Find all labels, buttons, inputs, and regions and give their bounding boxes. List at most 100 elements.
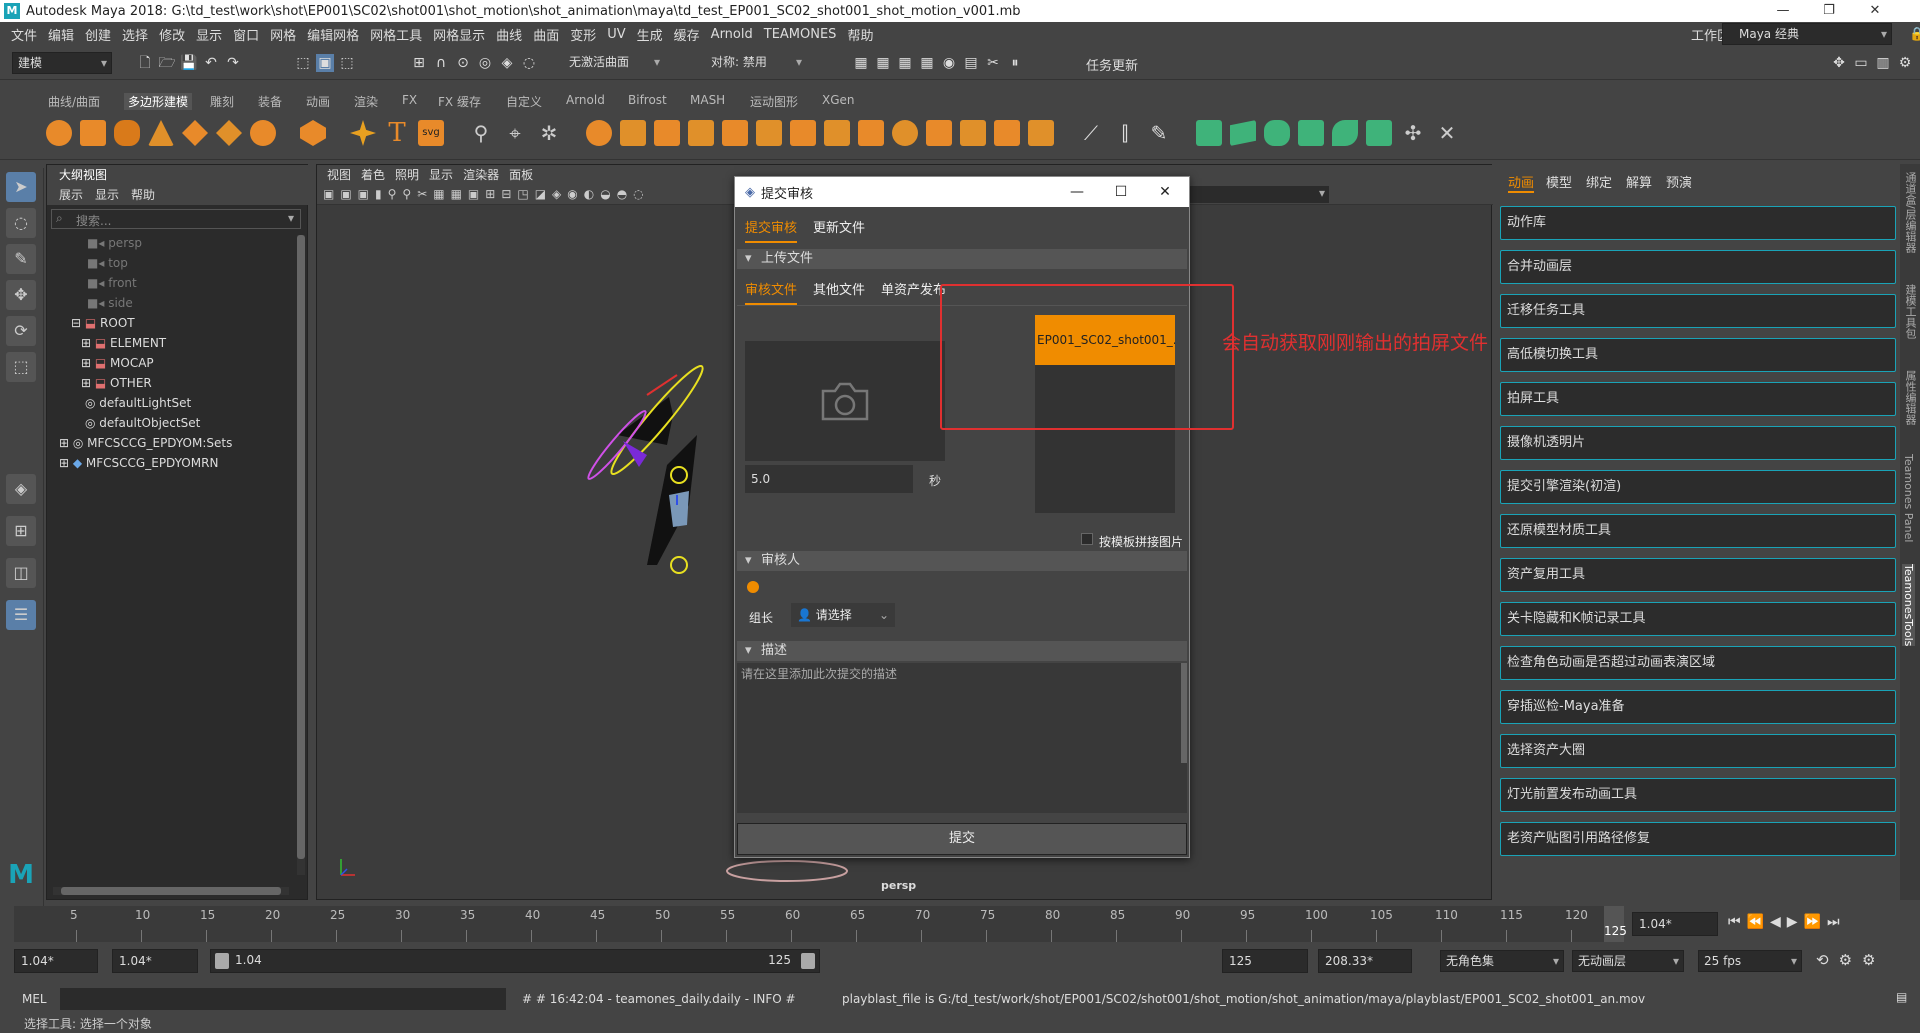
tool-button-submit-render[interactable]: 提交引擎渲染(初渲) [1500, 470, 1896, 504]
new-scene-icon[interactable]: 🗋 [136, 54, 154, 72]
combine-icon[interactable] [586, 120, 612, 146]
outliner-item-front[interactable]: ■◂ front [87, 273, 137, 293]
select-hierarchy-icon[interactable]: ⬚ [294, 54, 312, 72]
menu-teamones[interactable]: TEAMONES [764, 27, 837, 42]
target-weld-icon[interactable]: ✎ [1146, 120, 1172, 146]
menu-cache[interactable]: 缓存 [674, 25, 700, 44]
tool-button-playblast[interactable]: 拍屏工具 [1500, 382, 1896, 416]
svg-icon[interactable]: svg [418, 120, 444, 146]
submit-button[interactable]: 提交 [737, 823, 1187, 855]
range-end-handle[interactable] [801, 953, 815, 969]
dialog-tab-update[interactable]: 更新文件 [813, 217, 865, 236]
separate-icon[interactable] [620, 120, 646, 146]
settings-icon[interactable]: ⚙ [1896, 54, 1914, 72]
outliner-menu-display[interactable]: 显示 [95, 185, 119, 205]
outliner-menu-show[interactable]: 展示 [59, 185, 83, 205]
vtab-teamones-panel[interactable]: Teamones Panel [1902, 454, 1915, 542]
menu-display[interactable]: 显示 [196, 25, 222, 44]
character-set-select[interactable]: 无角色集 [1440, 950, 1564, 972]
measure-icon[interactable]: ⌖ [502, 120, 528, 146]
menu-deform[interactable]: 变形 [570, 25, 596, 44]
menu-generate[interactable]: 生成 [637, 25, 663, 44]
shelf-tab-fx[interactable]: FX [402, 93, 417, 107]
pause-icon[interactable]: ⏸ [1006, 54, 1024, 72]
mel-input[interactable] [60, 988, 506, 1010]
vp-menu-view[interactable]: 视图 [327, 165, 351, 185]
chevron-down-icon[interactable]: ⌄ [879, 603, 889, 627]
outliner-vscrollbar[interactable] [297, 235, 305, 875]
vp-menu-lighting[interactable]: 照明 [395, 165, 419, 185]
vp-menu-panels[interactable]: 面板 [509, 165, 533, 185]
time-slider[interactable]: 5 10 15 20 25 30 35 40 45 50 55 60 65 70 75 80 85 90 95 100… [0, 906, 1920, 942]
render-view-icon[interactable]: ▤ [962, 54, 980, 72]
viewport-camera-tools-icon[interactable]: ▣▣▣▮⚲⚲✂▦▦▣⊞⊟◳◪◈◉◐◒◓◌ [323, 187, 650, 201]
description-scrollbar[interactable] [1181, 663, 1187, 763]
shelf-tab-custom[interactable]: 自定义 [506, 93, 542, 110]
outliner-view-icon[interactable]: ☰ [6, 600, 36, 630]
four-view-icon[interactable]: ⊞ [6, 516, 36, 546]
upload-section-header[interactable]: 上传文件 [737, 249, 1187, 269]
shelf-tab-mash[interactable]: MASH [690, 93, 725, 107]
poly-disc-icon[interactable] [250, 120, 276, 146]
vtab-teamones-tools[interactable]: TeamonesTools [1902, 564, 1915, 647]
range-start-handle[interactable] [215, 953, 229, 969]
menu-curves[interactable]: 曲线 [496, 25, 522, 44]
menu-edit[interactable]: 编辑 [48, 25, 74, 44]
close-icon[interactable]: ✕ [1852, 0, 1898, 22]
tool-button-select-asset-circle[interactable]: 选择资产大圈 [1500, 734, 1896, 768]
outliner-search-box[interactable]: ⌕ 搜索... ▾ [51, 209, 301, 229]
toggle-icon[interactable]: ▭ [1852, 54, 1870, 72]
fill-hole-icon[interactable] [1028, 120, 1054, 146]
bevel-icon[interactable] [994, 120, 1020, 146]
current-frame-field[interactable]: 1.04* [1632, 912, 1718, 936]
arnold-render-icon[interactable]: ✂ [984, 54, 1002, 72]
type-icon[interactable]: T [384, 120, 410, 146]
current-frame-marker[interactable]: 125 [1604, 906, 1627, 942]
duration-input[interactable]: 5.0 [745, 465, 913, 493]
restore-icon[interactable]: ❐ [1806, 0, 1852, 22]
shelf-tab-sculpt[interactable]: 雕刻 [210, 93, 234, 110]
outliner-item-element[interactable]: ⊞ ⬓ ELEMENT [81, 333, 166, 353]
rotate-tool-icon[interactable]: ⟳ [6, 316, 36, 346]
lasso-tool-icon[interactable]: ◌ [6, 208, 36, 238]
vtab-attribute-editor[interactable]: 属性编辑器 [1902, 370, 1918, 425]
snap-grid-icon[interactable]: ⊞ [410, 54, 428, 72]
menu-arnold[interactable]: Arnold [711, 27, 753, 42]
shelf-tab-curves[interactable]: 曲线/曲面 [48, 93, 100, 110]
outliner-item-default-light-set[interactable]: ◎ defaultLightSet [85, 393, 191, 413]
tool-button-motion-library[interactable]: 动作库 [1500, 206, 1896, 240]
template-checkbox[interactable] [1081, 533, 1093, 545]
undo-icon[interactable]: ↶ [202, 54, 220, 72]
tool-button-fix-texture-path[interactable]: 老资产贴图引用路径修复 [1500, 822, 1896, 856]
image-drop-area[interactable] [745, 341, 945, 461]
multi-cut-icon[interactable]: ⟋ [1078, 120, 1104, 146]
tab-preview[interactable]: 预演 [1666, 172, 1692, 191]
tool-button-restore-material[interactable]: 还原模型材质工具 [1500, 514, 1896, 548]
shelf-tab-xgen[interactable]: XGen [822, 93, 855, 107]
start-time-field[interactable]: 1.04* [14, 949, 98, 973]
expand-icon[interactable]: ⊞ [81, 336, 95, 350]
end-time-field[interactable]: 208.33* [1318, 949, 1412, 973]
ipr-render-icon[interactable]: ▦ [896, 54, 914, 72]
tool-button-migrate-task[interactable]: 迁移任务工具 [1500, 294, 1896, 328]
time-ruler[interactable]: 5 10 15 20 25 30 35 40 45 50 55 60 65 70 75 80 85 90 95 100… [14, 906, 1614, 942]
expand-icon[interactable]: ⊞ [59, 456, 73, 470]
tool-button-merge-anim-layer[interactable]: 合并动画层 [1500, 250, 1896, 284]
chevron-down-icon[interactable]: ▾ [288, 211, 294, 225]
shelf-tab-arnold[interactable]: Arnold [566, 93, 605, 107]
fps-select[interactable]: 25 fps [1698, 950, 1802, 972]
mirror-icon[interactable] [756, 120, 782, 146]
outliner-item-persp[interactable]: ■◂ persp [87, 233, 142, 253]
shelf-tab-rendering[interactable]: 渲染 [354, 93, 378, 110]
menu-edit-mesh[interactable]: 编辑网格 [307, 25, 359, 44]
workspace-select[interactable]: Maya 经典 [1722, 23, 1892, 45]
loop-settings-icon[interactable]: ⟲⚙⚙ [1816, 951, 1885, 969]
playback-end-field[interactable]: 125 [1222, 949, 1308, 973]
render-frame-icon[interactable]: ▦ [874, 54, 892, 72]
outliner-item-top[interactable]: ■◂ top [87, 253, 128, 273]
uv-cut-icon[interactable] [1332, 120, 1358, 146]
open-scene-icon[interactable]: 🗁 [158, 54, 176, 72]
select-tool-icon[interactable]: ➤ [6, 172, 36, 202]
uv-auto-icon[interactable] [1298, 120, 1324, 146]
scale-tool-icon[interactable]: ⬚ [6, 352, 36, 382]
